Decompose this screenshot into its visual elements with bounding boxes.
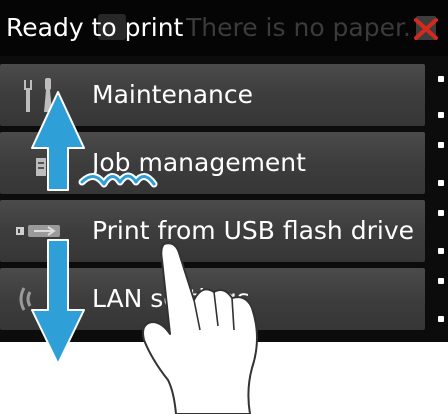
menu-item-label: Job management [92,148,306,177]
menu-item-label: Maintenance [92,80,253,109]
menu-item-print-from-usb[interactable]: Print from USB flash drive [0,200,425,262]
menu-item-lan-settings[interactable]: LAN settings [0,268,425,330]
job-management-icon [36,158,46,176]
menu-item-job-management[interactable]: Job management [0,132,425,194]
status-message: There is no paper. [186,13,411,42]
maintenance-tools-icon [24,78,52,112]
status-title: Ready to print [6,13,184,42]
printer-touch-screen: There is no paper. Ready to print Mainte… [0,0,448,342]
lan-settings-icon [19,287,32,311]
menu-item-label: Print from USB flash drive [92,216,414,245]
no-paper-alert-icon[interactable] [410,12,444,44]
status-bar: There is no paper. Ready to print [0,0,448,56]
scroll-indicator [436,60,446,342]
menu-item-label: LAN settings [92,284,250,313]
menu-item-maintenance[interactable]: Maintenance [0,64,425,126]
usb-flash-drive-icon [16,225,60,237]
